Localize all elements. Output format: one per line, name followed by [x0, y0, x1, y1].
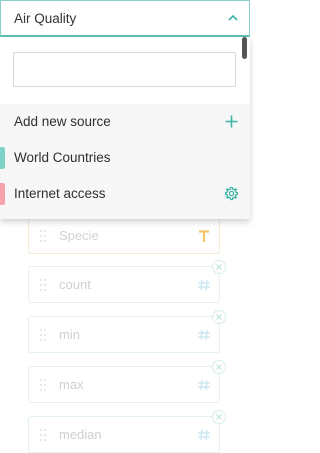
- source-search-input[interactable]: [13, 52, 236, 87]
- source-color-swatch: [0, 147, 5, 169]
- remove-field-icon[interactable]: [212, 410, 226, 424]
- drag-handle-icon[interactable]: [40, 329, 48, 342]
- field-median[interactable]: median: [28, 410, 226, 453]
- source-select-value: Air Quality: [14, 11, 77, 26]
- source-color-swatch: [0, 183, 5, 205]
- field-label: min: [59, 327, 80, 342]
- drag-handle-icon[interactable]: [40, 429, 48, 442]
- remove-field-icon[interactable]: [212, 360, 226, 374]
- add-new-source-label: Add new source: [14, 114, 111, 129]
- field-max[interactable]: max: [28, 360, 226, 403]
- chevron-up-icon[interactable]: [227, 13, 239, 23]
- field-label: max: [59, 377, 84, 392]
- source-dropdown-panel: Add new source World Countries Internet …: [0, 37, 250, 219]
- source-item-internet-access[interactable]: Internet access: [0, 176, 250, 212]
- source-item-label: Internet access: [14, 186, 106, 201]
- numeric-type-icon: [198, 380, 210, 390]
- drag-handle-icon[interactable]: [40, 379, 48, 392]
- text-type-icon: [199, 230, 209, 242]
- field-min[interactable]: min: [28, 310, 226, 353]
- field-label: Specie: [59, 228, 99, 243]
- plus-icon[interactable]: [224, 114, 239, 129]
- gear-icon[interactable]: [224, 186, 239, 201]
- field-specie[interactable]: Specie: [28, 217, 220, 254]
- numeric-type-icon: [198, 330, 210, 340]
- source-item-world-countries[interactable]: World Countries: [0, 140, 250, 176]
- field-label: count: [59, 277, 91, 292]
- drag-handle-icon[interactable]: [40, 230, 48, 243]
- dropdown-scrollbar[interactable]: [242, 37, 247, 59]
- field-count[interactable]: count: [28, 260, 226, 303]
- source-list: Add new source World Countries Internet …: [0, 104, 250, 219]
- numeric-type-icon: [198, 430, 210, 440]
- drag-handle-icon[interactable]: [40, 279, 48, 292]
- field-label: median: [59, 427, 102, 442]
- remove-field-icon[interactable]: [212, 310, 226, 324]
- source-select[interactable]: Air Quality: [0, 0, 250, 37]
- add-new-source-item[interactable]: Add new source: [0, 104, 250, 140]
- remove-field-icon[interactable]: [212, 260, 226, 274]
- source-item-label: World Countries: [14, 150, 111, 165]
- numeric-type-icon: [198, 280, 210, 290]
